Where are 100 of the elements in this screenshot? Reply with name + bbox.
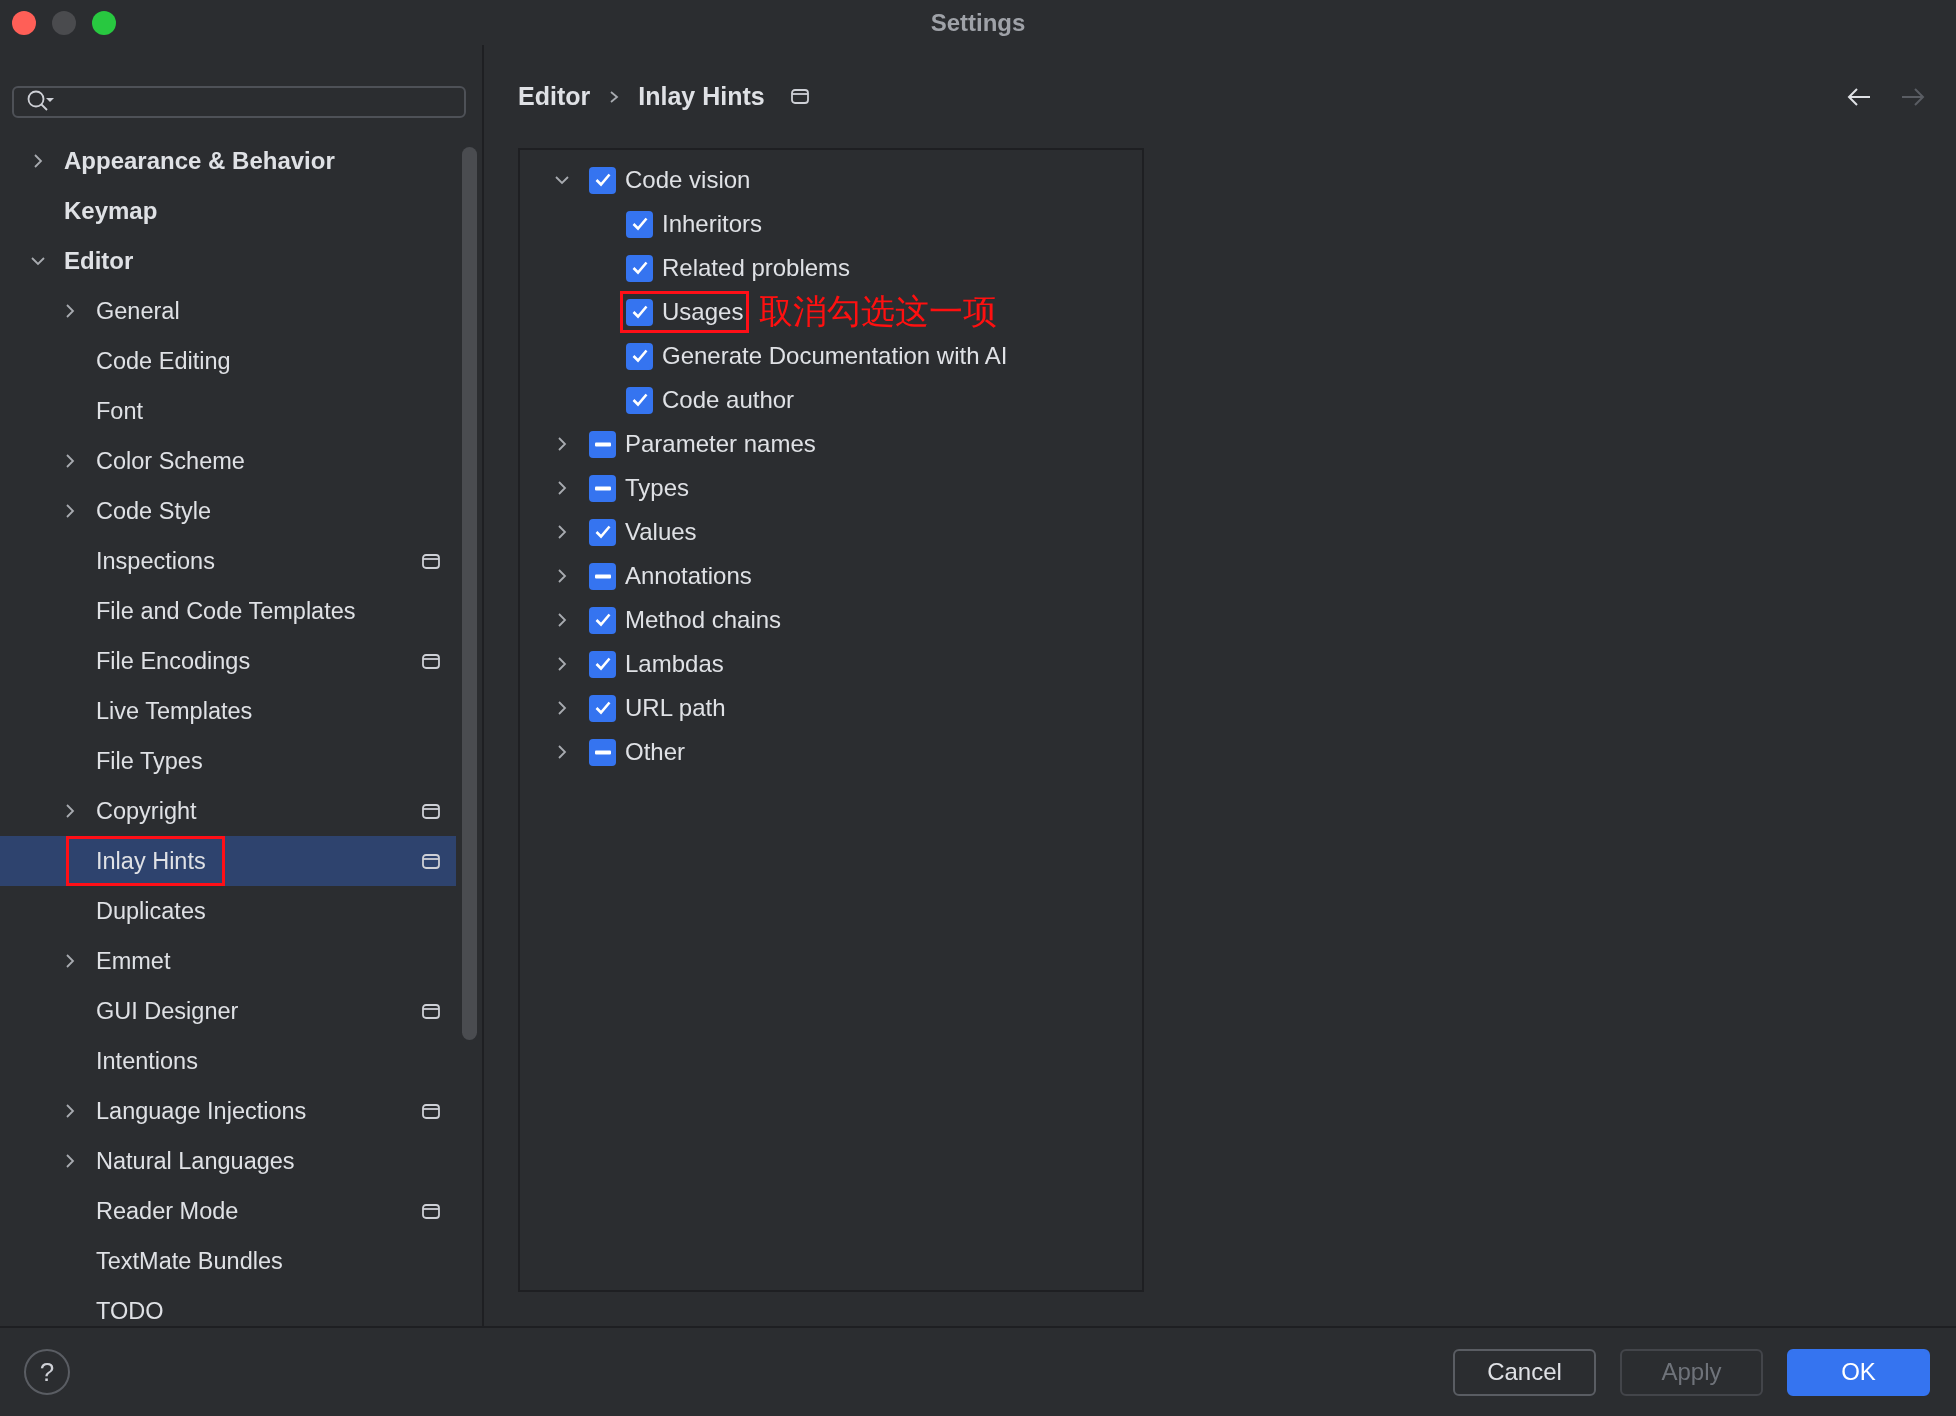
option-label: Types [625, 474, 690, 502]
help-button[interactable]: ? [24, 1349, 70, 1395]
checkbox[interactable] [589, 166, 616, 194]
checkbox[interactable] [626, 254, 653, 282]
sidebar-item[interactable]: Duplicates [0, 886, 456, 936]
checkmark-icon [594, 613, 611, 627]
annotation-text: 取消勾选这一项 [759, 291, 998, 332]
option-label: Generate Documentation with AI [662, 342, 1008, 370]
sidebar-item-label: Code Editing [95, 346, 232, 376]
sidebar-item-label: Copyright [95, 796, 198, 826]
sidebar-item-label: Inlay Hints [66, 836, 225, 886]
checkmark-icon [631, 305, 648, 319]
window-title: Settings [930, 8, 1026, 37]
option-label: Lambdas [625, 650, 724, 678]
checkmark-icon [594, 657, 611, 671]
sidebar-item[interactable]: Editor [0, 236, 456, 286]
checkbox[interactable] [626, 386, 653, 414]
breadcrumb-item: Editor [518, 82, 591, 111]
sidebar-item-label: Editor [63, 246, 135, 276]
option-label: Method chains [625, 606, 782, 634]
back-arrow-icon[interactable] [1846, 86, 1872, 107]
checkbox[interactable] [589, 694, 616, 722]
sidebar-item-label: General [95, 296, 181, 326]
sidebar-item-label: Reader Mode [95, 1196, 240, 1226]
dash-icon [594, 485, 611, 491]
checkbox[interactable] [589, 606, 616, 634]
checkbox[interactable] [589, 474, 616, 502]
sidebar-item[interactable]: Reader Mode [0, 1186, 456, 1236]
option-label: Usages [662, 298, 744, 326]
sidebar-item[interactable]: Natural Languages [0, 1136, 456, 1186]
sidebar-item[interactable]: General [0, 286, 456, 336]
sidebar-item[interactable]: Language Injections [0, 1086, 456, 1136]
option-label: Code vision [625, 166, 751, 194]
sidebar-item[interactable]: File Encodings [0, 636, 456, 686]
sidebar-item-label: TextMate Bundles [95, 1246, 284, 1276]
sidebar-item-label: Intentions [95, 1046, 199, 1076]
sidebar-item-label: File and Code Templates [95, 596, 357, 626]
sidebar-item[interactable]: Emmet [0, 936, 456, 986]
maximize-icon[interactable] [92, 10, 116, 35]
dash-icon [594, 749, 611, 755]
sidebar-item-label: File Types [95, 746, 204, 776]
sidebar-item-label: Appearance & Behavior [63, 146, 336, 176]
sidebar-item[interactable]: File Types [0, 736, 456, 786]
sidebar-item-label: Color Scheme [95, 446, 246, 476]
option-label: Inheritors [662, 210, 763, 238]
sidebar-item-label: Language Injections [95, 1096, 308, 1126]
sidebar-item-label: Natural Languages [95, 1146, 296, 1176]
scrollbar-thumb[interactable] [462, 147, 477, 1040]
checkmark-icon [594, 525, 611, 539]
dash-icon [594, 573, 611, 579]
sidebar-item-label: File Encodings [95, 646, 252, 676]
sidebar-item[interactable]: Code Style [0, 486, 456, 536]
breadcrumb-item: Inlay Hints [638, 82, 765, 111]
dialog-button[interactable]: Cancel [1453, 1348, 1596, 1396]
sidebar-item[interactable]: TextMate Bundles [0, 1236, 456, 1286]
checkbox[interactable] [626, 298, 653, 326]
chevron-right-icon [608, 89, 621, 104]
dash-icon [594, 441, 611, 447]
option-label: Annotations [625, 562, 752, 590]
sidebar-item[interactable]: Inlay Hints [0, 836, 456, 886]
option-label: Code author [662, 386, 795, 414]
checkmark-icon [594, 701, 611, 715]
dialog-button[interactable]: OK [1787, 1348, 1930, 1396]
sidebar-item-label: Font [95, 396, 145, 426]
search-field[interactable] [12, 86, 466, 118]
sidebar-item[interactable]: GUI Designer [0, 986, 456, 1036]
sidebar-item[interactable]: Inspections [0, 536, 456, 586]
option-label: Related problems [662, 254, 851, 282]
sidebar-item[interactable]: Code Editing [0, 336, 456, 386]
option-label: URL path [625, 694, 726, 722]
sidebar-item[interactable]: Appearance & Behavior [0, 136, 456, 186]
checkbox[interactable] [589, 650, 616, 678]
checkbox[interactable] [589, 562, 616, 590]
checkbox[interactable] [589, 430, 616, 458]
checkbox[interactable] [589, 738, 616, 766]
option-label: Other [625, 738, 686, 766]
sidebar-item[interactable]: Keymap [0, 186, 456, 236]
sidebar-item-label: Keymap [63, 196, 159, 226]
checkbox[interactable] [626, 210, 653, 238]
sidebar-item-label: Live Templates [95, 696, 254, 726]
sidebar-item[interactable]: Font [0, 386, 456, 436]
checkmark-icon [631, 349, 648, 363]
checkbox[interactable] [626, 342, 653, 370]
checkmark-icon [594, 173, 611, 187]
checkmark-icon [631, 217, 648, 231]
checkmark-icon [631, 261, 648, 275]
sidebar-item-label: TODO [95, 1296, 165, 1326]
sidebar-item-label: GUI Designer [95, 996, 240, 1026]
checkmark-icon [631, 393, 648, 407]
sidebar-item[interactable]: TODO [0, 1286, 456, 1326]
checkbox[interactable] [589, 518, 616, 546]
option-label: Parameter names [625, 430, 816, 458]
close-icon[interactable] [12, 10, 36, 35]
sidebar-item[interactable]: Live Templates [0, 686, 456, 736]
sidebar-item[interactable]: Copyright [0, 786, 456, 836]
sidebar-item[interactable]: Color Scheme [0, 436, 456, 486]
sidebar-item[interactable]: File and Code Templates [0, 586, 456, 636]
sidebar-item-label: Duplicates [95, 896, 207, 926]
sidebar-item-label: Inspections [95, 546, 216, 576]
sidebar-item[interactable]: Intentions [0, 1036, 456, 1086]
